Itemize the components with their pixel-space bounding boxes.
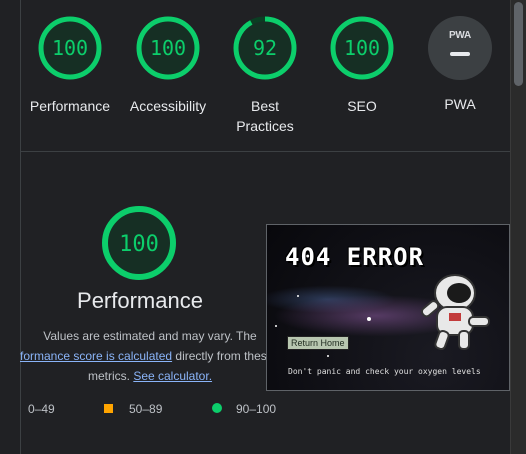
legend-pass: 90–100 (212, 402, 276, 416)
gauge-pwa[interactable]: PWA PWA (405, 14, 515, 114)
panic-message: Don't panic and check your oxygen levels (288, 367, 481, 376)
gauge-label: SEO (347, 98, 377, 114)
gauge-score: 92 (253, 36, 277, 60)
gauge-performance[interactable]: 100 Performance (15, 14, 125, 116)
legend-average-range: 50–89 (129, 402, 163, 416)
gauge-ring: 100 (38, 16, 102, 80)
gauge-label: Accessibility (129, 98, 207, 114)
orange-square-icon (104, 404, 113, 413)
pwa-icon: PWA (428, 16, 492, 80)
error-title: 404 ERROR (285, 243, 425, 271)
performance-score: 100 (119, 232, 159, 257)
see-calculator-link[interactable]: See calculator. (133, 369, 212, 383)
gauge-accessibility[interactable]: 100 Accessibility (113, 14, 223, 116)
gauge-best-practices[interactable]: 92 Best Practices (210, 14, 320, 136)
section-divider (21, 151, 510, 152)
legend-fail: 0–49 (28, 402, 55, 416)
gauge-ring: 100 (136, 16, 200, 80)
astronaut-icon (420, 274, 490, 351)
gauge-ring: 100 (330, 16, 394, 80)
score-calculated-link[interactable]: formance score is calculated (20, 349, 172, 363)
gauge-ring: 92 (233, 16, 297, 80)
gauge-seo[interactable]: 100 SEO (307, 14, 417, 116)
performance-title: Performance (77, 288, 203, 313)
gauge-score: 100 (344, 36, 380, 60)
performance-description: Values are estimated and may vary. The f… (20, 329, 274, 383)
pwa-badge: PWA (449, 30, 471, 41)
gauge-label: PWA (444, 96, 476, 112)
gauge-score: 100 (52, 36, 88, 60)
legend-fail-range: 0–49 (28, 402, 55, 416)
return-home-button: Return Home (287, 336, 349, 350)
scrollbar[interactable] (510, 0, 526, 454)
gauge-label: Performance (29, 98, 111, 114)
dash-icon (450, 52, 470, 56)
gauge-label: Best Practices (236, 98, 294, 134)
scrollbar-thumb[interactable] (514, 2, 523, 86)
green-circle-icon (212, 403, 222, 413)
gauge-score: 100 (150, 36, 186, 60)
performance-gauge: 100 (102, 206, 176, 280)
final-screenshot[interactable]: 404 ERROR Return Home Don't panic and ch… (266, 224, 510, 391)
legend-pass-range: 90–100 (236, 402, 277, 416)
legend-average: 50–89 (104, 402, 162, 416)
